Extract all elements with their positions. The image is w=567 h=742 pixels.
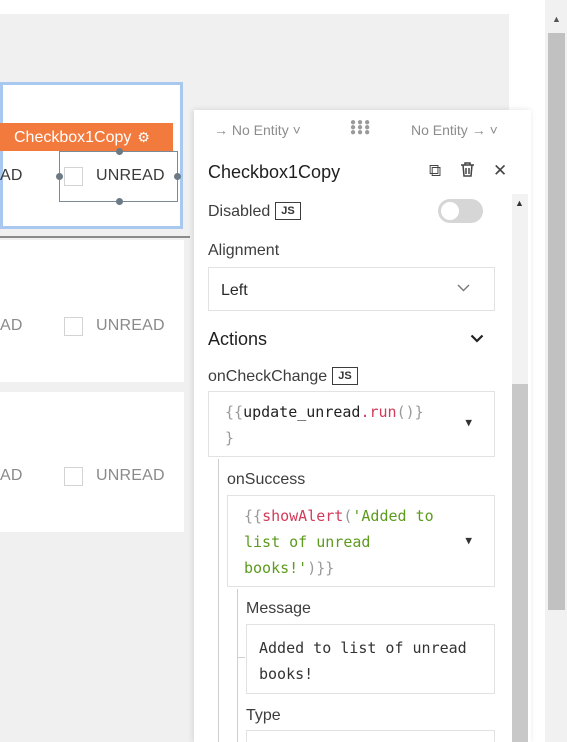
alignment-label: Alignment (208, 242, 280, 259)
actions-section-title[interactable]: Actions (208, 329, 267, 350)
unread-checkbox[interactable] (64, 317, 83, 336)
toggle-knob (441, 202, 459, 220)
scroll-up-arrow-icon[interactable]: ▲ (515, 198, 524, 208)
cropped-text: AD (0, 167, 23, 184)
scrollbar-thumb[interactable] (548, 33, 565, 610)
widget-selection-box[interactable] (59, 151, 178, 202)
checkbox-label: UNREAD (96, 317, 165, 334)
on-success-label: onSuccess (227, 471, 306, 488)
gear-icon[interactable]: ⚙ (137, 129, 150, 145)
cropped-text: AD (0, 317, 23, 334)
list-item (0, 392, 184, 532)
entity-right-dropdown[interactable]: No Entity → ˅ (411, 122, 498, 138)
alignment-select[interactable]: Left (208, 267, 495, 311)
message-input[interactable]: Added to list of unread books! (246, 624, 495, 694)
caret-down-icon[interactable]: ▼ (465, 410, 472, 436)
scroll-up-arrow-icon[interactable]: ▲ (552, 14, 561, 24)
resize-handle-right[interactable] (174, 173, 181, 180)
entity-navigation: → No Entity ˅ ●●● ●●● ●●● No Entity → ˅ (194, 110, 531, 148)
row-divider (0, 236, 190, 238)
widget-title[interactable]: Checkbox1Copy (208, 162, 340, 183)
disabled-toggle[interactable] (438, 199, 483, 223)
property-pane: → No Entity ˅ ●●● ●●● ●●● No Entity → ˅ Ch… (194, 110, 531, 742)
tree-connector (218, 459, 219, 742)
pane-scrollbar[interactable]: ▲ (510, 194, 530, 742)
tree-connector (237, 589, 238, 742)
widget-name-label: Checkbox1Copy (14, 129, 132, 146)
chevron-down-icon (457, 279, 470, 295)
copy-icon[interactable]: ⧉ (429, 161, 441, 181)
checkbox-label: UNREAD (96, 467, 165, 484)
tree-connector (237, 657, 245, 658)
unread-checkbox[interactable] (64, 467, 83, 486)
cropped-text: AD (0, 467, 23, 484)
chevron-down-icon[interactable] (470, 330, 484, 346)
entity-left-dropdown[interactable]: → No Entity ˅ (214, 122, 301, 138)
close-icon[interactable]: ✕ (493, 161, 507, 181)
list-item (0, 240, 184, 382)
scrollbar-thumb[interactable] (512, 384, 528, 742)
resize-handle-bottom[interactable] (116, 198, 123, 205)
on-check-change-code-editor[interactable]: {{update_unread.run()} } ▼ (208, 391, 495, 457)
delete-icon[interactable] (459, 161, 476, 183)
on-check-change-label: onCheckChange JS (208, 367, 358, 386)
widget-name-tag[interactable]: Checkbox1Copy ⚙ (0, 123, 173, 151)
js-toggle-badge[interactable]: JS (275, 202, 301, 220)
message-label: Message (246, 600, 311, 617)
alignment-value: Left (221, 282, 248, 299)
page-scrollbar[interactable]: ▲ (545, 0, 567, 742)
drag-handle-icon[interactable]: ●●● ●●● ●●● (350, 118, 372, 138)
type-label: Type (246, 707, 281, 724)
js-toggle-badge[interactable]: JS (332, 367, 358, 385)
disabled-label: Disabled JS (208, 202, 301, 221)
on-success-code-editor[interactable]: {{showAlert('Added to list of unread boo… (227, 495, 495, 587)
resize-handle-top[interactable] (116, 148, 123, 155)
type-select[interactable] (246, 730, 495, 742)
caret-down-icon[interactable]: ▼ (465, 528, 472, 554)
resize-handle-left[interactable] (56, 173, 63, 180)
